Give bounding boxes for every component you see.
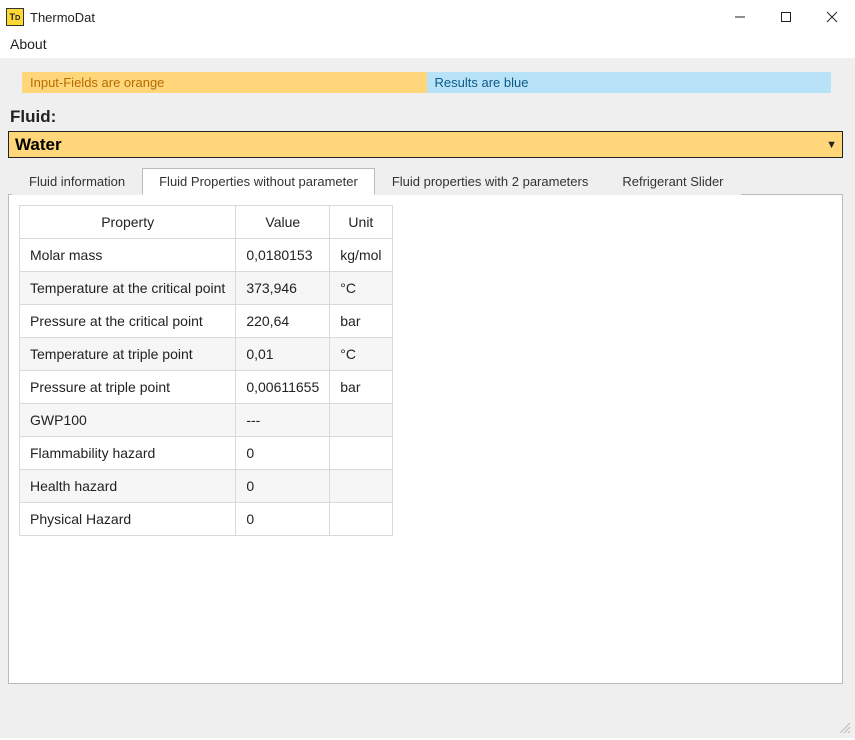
- cell-value: 0,01: [236, 338, 330, 371]
- menu-bar: About: [0, 34, 855, 58]
- tab-info[interactable]: Fluid information: [12, 168, 142, 195]
- cell-value: 0: [236, 470, 330, 503]
- tab-strip: Fluid informationFluid Properties withou…: [12, 168, 843, 195]
- table-header-row: Property Value Unit: [20, 206, 393, 239]
- fluid-select-wrap: Water ▼: [8, 131, 843, 158]
- resize-grip-icon[interactable]: [837, 720, 851, 734]
- tab-two-param[interactable]: Fluid properties with 2 parameters: [375, 168, 606, 195]
- legend-input: Input-Fields are orange: [22, 72, 427, 93]
- cell-unit: [330, 437, 392, 470]
- table-row: Pressure at the critical point220,64bar: [20, 305, 393, 338]
- tab-pane-properties: Property Value Unit Molar mass0,0180153k…: [8, 194, 843, 684]
- cell-unit: °C: [330, 272, 392, 305]
- cell-value: 0,00611655: [236, 371, 330, 404]
- cell-property: Molar mass: [20, 239, 236, 272]
- table-row: Physical Hazard0: [20, 503, 393, 536]
- legend-row: Input-Fields are orange Results are blue: [22, 72, 831, 93]
- legend-result: Results are blue: [427, 72, 832, 93]
- title-bar: TD ThermoDat: [0, 0, 855, 34]
- app-title: ThermoDat: [30, 10, 95, 25]
- cell-property: Temperature at the critical point: [20, 272, 236, 305]
- maximize-button[interactable]: [763, 0, 809, 34]
- col-unit: Unit: [330, 206, 392, 239]
- cell-unit: bar: [330, 371, 392, 404]
- table-row: Temperature at triple point0,01°C: [20, 338, 393, 371]
- main-content: Input-Fields are orange Results are blue…: [0, 58, 855, 738]
- app-icon: TD: [6, 8, 24, 26]
- cell-property: Flammability hazard: [20, 437, 236, 470]
- table-row: GWP100---: [20, 404, 393, 437]
- cell-unit: bar: [330, 305, 392, 338]
- tab-refrig[interactable]: Refrigerant Slider: [605, 168, 740, 195]
- cell-value: 0: [236, 503, 330, 536]
- maximize-icon: [780, 11, 792, 23]
- cell-unit: kg/mol: [330, 239, 392, 272]
- cell-unit: [330, 470, 392, 503]
- table-row: Temperature at the critical point373,946…: [20, 272, 393, 305]
- col-property: Property: [20, 206, 236, 239]
- cell-property: Health hazard: [20, 470, 236, 503]
- cell-property: Pressure at triple point: [20, 371, 236, 404]
- properties-table: Property Value Unit Molar mass0,0180153k…: [19, 205, 393, 536]
- table-row: Flammability hazard0: [20, 437, 393, 470]
- cell-unit: [330, 404, 392, 437]
- fluid-label: Fluid:: [10, 107, 843, 127]
- cell-value: 0,0180153: [236, 239, 330, 272]
- minimize-button[interactable]: [717, 0, 763, 34]
- cell-property: GWP100: [20, 404, 236, 437]
- close-button[interactable]: [809, 0, 855, 34]
- close-icon: [826, 11, 838, 23]
- cell-value: 373,946: [236, 272, 330, 305]
- cell-value: 0: [236, 437, 330, 470]
- window-controls: [717, 0, 855, 34]
- cell-unit: °C: [330, 338, 392, 371]
- table-row: Molar mass0,0180153kg/mol: [20, 239, 393, 272]
- menu-about[interactable]: About: [10, 36, 47, 52]
- cell-value: ---: [236, 404, 330, 437]
- table-row: Pressure at triple point0,00611655bar: [20, 371, 393, 404]
- cell-property: Pressure at the critical point: [20, 305, 236, 338]
- tab-no-param[interactable]: Fluid Properties without parameter: [142, 168, 375, 195]
- cell-property: Physical Hazard: [20, 503, 236, 536]
- cell-property: Temperature at triple point: [20, 338, 236, 371]
- cell-value: 220,64: [236, 305, 330, 338]
- table-row: Health hazard0: [20, 470, 393, 503]
- minimize-icon: [734, 11, 746, 23]
- col-value: Value: [236, 206, 330, 239]
- fluid-select[interactable]: Water: [8, 131, 843, 158]
- cell-unit: [330, 503, 392, 536]
